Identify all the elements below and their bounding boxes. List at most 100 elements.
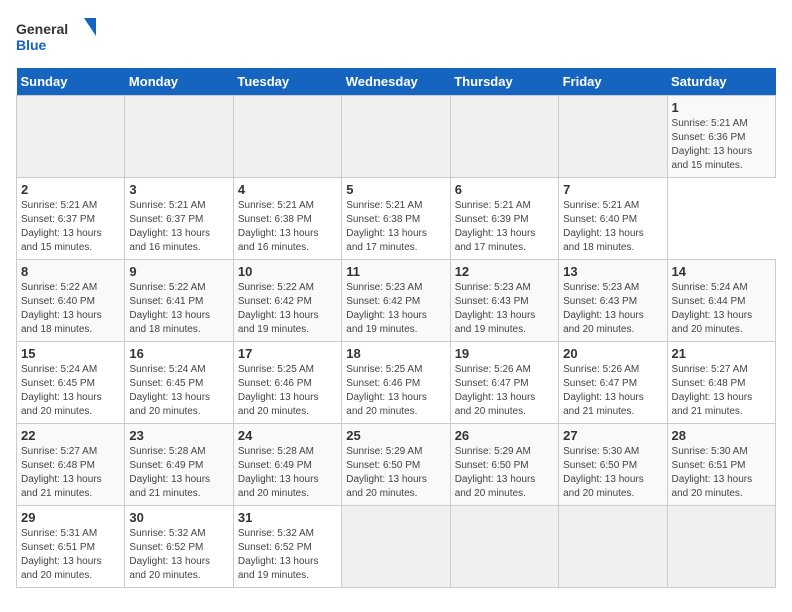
- day-detail: Sunrise: 5:21 AMSunset: 6:38 PMDaylight:…: [346, 200, 427, 253]
- day-number: 29: [21, 510, 120, 525]
- day-cell: 18 Sunrise: 5:25 AMSunset: 6:46 PMDaylig…: [342, 342, 450, 424]
- day-detail: Sunrise: 5:30 AMSunset: 6:50 PMDaylight:…: [563, 446, 644, 499]
- day-cell: 19 Sunrise: 5:26 AMSunset: 6:47 PMDaylig…: [450, 342, 558, 424]
- week-row: 8 Sunrise: 5:22 AMSunset: 6:40 PMDayligh…: [17, 260, 776, 342]
- day-detail: Sunrise: 5:24 AMSunset: 6:44 PMDaylight:…: [672, 282, 753, 335]
- day-cell: 28 Sunrise: 5:30 AMSunset: 6:51 PMDaylig…: [667, 424, 775, 506]
- day-cell: 13 Sunrise: 5:23 AMSunset: 6:43 PMDaylig…: [559, 260, 667, 342]
- day-cell: 7 Sunrise: 5:21 AMSunset: 6:40 PMDayligh…: [559, 178, 667, 260]
- day-number: 16: [129, 346, 228, 361]
- col-header-wednesday: Wednesday: [342, 68, 450, 96]
- week-row: 1 Sunrise: 5:21 AMSunset: 6:36 PMDayligh…: [17, 96, 776, 178]
- day-detail: Sunrise: 5:30 AMSunset: 6:51 PMDaylight:…: [672, 446, 753, 499]
- day-cell: 5 Sunrise: 5:21 AMSunset: 6:38 PMDayligh…: [342, 178, 450, 260]
- logo: General Blue: [16, 16, 96, 56]
- day-cell: 17 Sunrise: 5:25 AMSunset: 6:46 PMDaylig…: [233, 342, 341, 424]
- col-header-thursday: Thursday: [450, 68, 558, 96]
- empty-cell: [342, 96, 450, 178]
- day-cell: 23 Sunrise: 5:28 AMSunset: 6:49 PMDaylig…: [125, 424, 233, 506]
- col-header-tuesday: Tuesday: [233, 68, 341, 96]
- day-number: 13: [563, 264, 662, 279]
- day-cell: 1 Sunrise: 5:21 AMSunset: 6:36 PMDayligh…: [667, 96, 775, 178]
- col-header-sunday: Sunday: [17, 68, 125, 96]
- day-detail: Sunrise: 5:31 AMSunset: 6:51 PMDaylight:…: [21, 528, 102, 581]
- day-cell: [559, 506, 667, 588]
- day-number: 30: [129, 510, 228, 525]
- day-cell: 3 Sunrise: 5:21 AMSunset: 6:37 PMDayligh…: [125, 178, 233, 260]
- day-cell: 26 Sunrise: 5:29 AMSunset: 6:50 PMDaylig…: [450, 424, 558, 506]
- day-number: 18: [346, 346, 445, 361]
- day-cell: [667, 506, 775, 588]
- day-detail: Sunrise: 5:21 AMSunset: 6:36 PMDaylight:…: [672, 118, 753, 171]
- day-number: 3: [129, 182, 228, 197]
- day-detail: Sunrise: 5:21 AMSunset: 6:39 PMDaylight:…: [455, 200, 536, 253]
- day-cell: 12 Sunrise: 5:23 AMSunset: 6:43 PMDaylig…: [450, 260, 558, 342]
- day-cell: 29 Sunrise: 5:31 AMSunset: 6:51 PMDaylig…: [17, 506, 125, 588]
- day-number: 23: [129, 428, 228, 443]
- day-cell: 9 Sunrise: 5:22 AMSunset: 6:41 PMDayligh…: [125, 260, 233, 342]
- day-number: 15: [21, 346, 120, 361]
- day-number: 10: [238, 264, 337, 279]
- week-row: 29 Sunrise: 5:31 AMSunset: 6:51 PMDaylig…: [17, 506, 776, 588]
- day-detail: Sunrise: 5:21 AMSunset: 6:40 PMDaylight:…: [563, 200, 644, 253]
- day-detail: Sunrise: 5:26 AMSunset: 6:47 PMDaylight:…: [455, 364, 536, 417]
- day-number: 17: [238, 346, 337, 361]
- day-detail: Sunrise: 5:28 AMSunset: 6:49 PMDaylight:…: [129, 446, 210, 499]
- day-number: 26: [455, 428, 554, 443]
- logo-svg: General Blue: [16, 16, 96, 56]
- day-number: 6: [455, 182, 554, 197]
- day-number: 7: [563, 182, 662, 197]
- svg-text:General: General: [16, 21, 68, 37]
- header-row: SundayMondayTuesdayWednesdayThursdayFrid…: [17, 68, 776, 96]
- day-number: 19: [455, 346, 554, 361]
- day-number: 11: [346, 264, 445, 279]
- svg-text:Blue: Blue: [16, 37, 47, 53]
- day-number: 5: [346, 182, 445, 197]
- day-detail: Sunrise: 5:24 AMSunset: 6:45 PMDaylight:…: [21, 364, 102, 417]
- day-cell: 15 Sunrise: 5:24 AMSunset: 6:45 PMDaylig…: [17, 342, 125, 424]
- empty-cell: [559, 96, 667, 178]
- day-number: 22: [21, 428, 120, 443]
- page-header: General Blue: [16, 16, 776, 56]
- empty-cell: [17, 96, 125, 178]
- day-cell: [450, 506, 558, 588]
- day-number: 21: [672, 346, 771, 361]
- day-number: 12: [455, 264, 554, 279]
- day-detail: Sunrise: 5:21 AMSunset: 6:38 PMDaylight:…: [238, 200, 319, 253]
- day-number: 2: [21, 182, 120, 197]
- day-detail: Sunrise: 5:26 AMSunset: 6:47 PMDaylight:…: [563, 364, 644, 417]
- day-detail: Sunrise: 5:29 AMSunset: 6:50 PMDaylight:…: [346, 446, 427, 499]
- day-detail: Sunrise: 5:24 AMSunset: 6:45 PMDaylight:…: [129, 364, 210, 417]
- day-detail: Sunrise: 5:25 AMSunset: 6:46 PMDaylight:…: [346, 364, 427, 417]
- day-detail: Sunrise: 5:32 AMSunset: 6:52 PMDaylight:…: [238, 528, 319, 581]
- day-cell: 25 Sunrise: 5:29 AMSunset: 6:50 PMDaylig…: [342, 424, 450, 506]
- day-cell: 31 Sunrise: 5:32 AMSunset: 6:52 PMDaylig…: [233, 506, 341, 588]
- day-cell: 21 Sunrise: 5:27 AMSunset: 6:48 PMDaylig…: [667, 342, 775, 424]
- day-cell: 14 Sunrise: 5:24 AMSunset: 6:44 PMDaylig…: [667, 260, 775, 342]
- day-cell: 20 Sunrise: 5:26 AMSunset: 6:47 PMDaylig…: [559, 342, 667, 424]
- day-number: 8: [21, 264, 120, 279]
- day-detail: Sunrise: 5:23 AMSunset: 6:42 PMDaylight:…: [346, 282, 427, 335]
- day-number: 1: [672, 100, 771, 115]
- day-number: 4: [238, 182, 337, 197]
- day-cell: 8 Sunrise: 5:22 AMSunset: 6:40 PMDayligh…: [17, 260, 125, 342]
- day-detail: Sunrise: 5:27 AMSunset: 6:48 PMDaylight:…: [672, 364, 753, 417]
- week-row: 15 Sunrise: 5:24 AMSunset: 6:45 PMDaylig…: [17, 342, 776, 424]
- day-number: 31: [238, 510, 337, 525]
- empty-cell: [233, 96, 341, 178]
- day-number: 9: [129, 264, 228, 279]
- day-cell: [342, 506, 450, 588]
- day-cell: 22 Sunrise: 5:27 AMSunset: 6:48 PMDaylig…: [17, 424, 125, 506]
- day-cell: 11 Sunrise: 5:23 AMSunset: 6:42 PMDaylig…: [342, 260, 450, 342]
- day-number: 24: [238, 428, 337, 443]
- day-number: 28: [672, 428, 771, 443]
- day-cell: 4 Sunrise: 5:21 AMSunset: 6:38 PMDayligh…: [233, 178, 341, 260]
- day-detail: Sunrise: 5:23 AMSunset: 6:43 PMDaylight:…: [455, 282, 536, 335]
- day-detail: Sunrise: 5:21 AMSunset: 6:37 PMDaylight:…: [129, 200, 210, 253]
- day-number: 27: [563, 428, 662, 443]
- calendar-table: SundayMondayTuesdayWednesdayThursdayFrid…: [16, 68, 776, 588]
- col-header-friday: Friday: [559, 68, 667, 96]
- day-cell: 24 Sunrise: 5:28 AMSunset: 6:49 PMDaylig…: [233, 424, 341, 506]
- day-number: 25: [346, 428, 445, 443]
- day-cell: 10 Sunrise: 5:22 AMSunset: 6:42 PMDaylig…: [233, 260, 341, 342]
